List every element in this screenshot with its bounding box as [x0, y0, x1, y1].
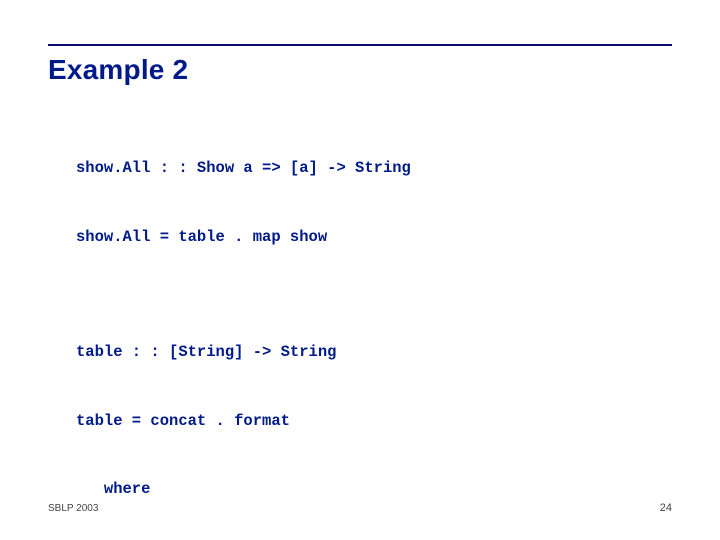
footer-left: SBLP 2003 [48, 503, 98, 514]
code-line: where [76, 482, 672, 498]
slide: Example 2 show.All : : Show a => [a] -> … [0, 0, 720, 540]
slide-title: Example 2 [48, 54, 188, 86]
code-line: show.All = table . map show [76, 230, 672, 246]
code-block: show.All : : Show a => [a] -> String sho… [76, 130, 672, 540]
top-rule [48, 44, 672, 46]
blank-line [76, 298, 672, 314]
slide-number: 24 [660, 502, 672, 514]
code-line: table : : [String] -> String [76, 345, 672, 361]
code-line: show.All : : Show a => [a] -> String [76, 161, 672, 177]
code-line: table = concat . format [76, 414, 672, 430]
